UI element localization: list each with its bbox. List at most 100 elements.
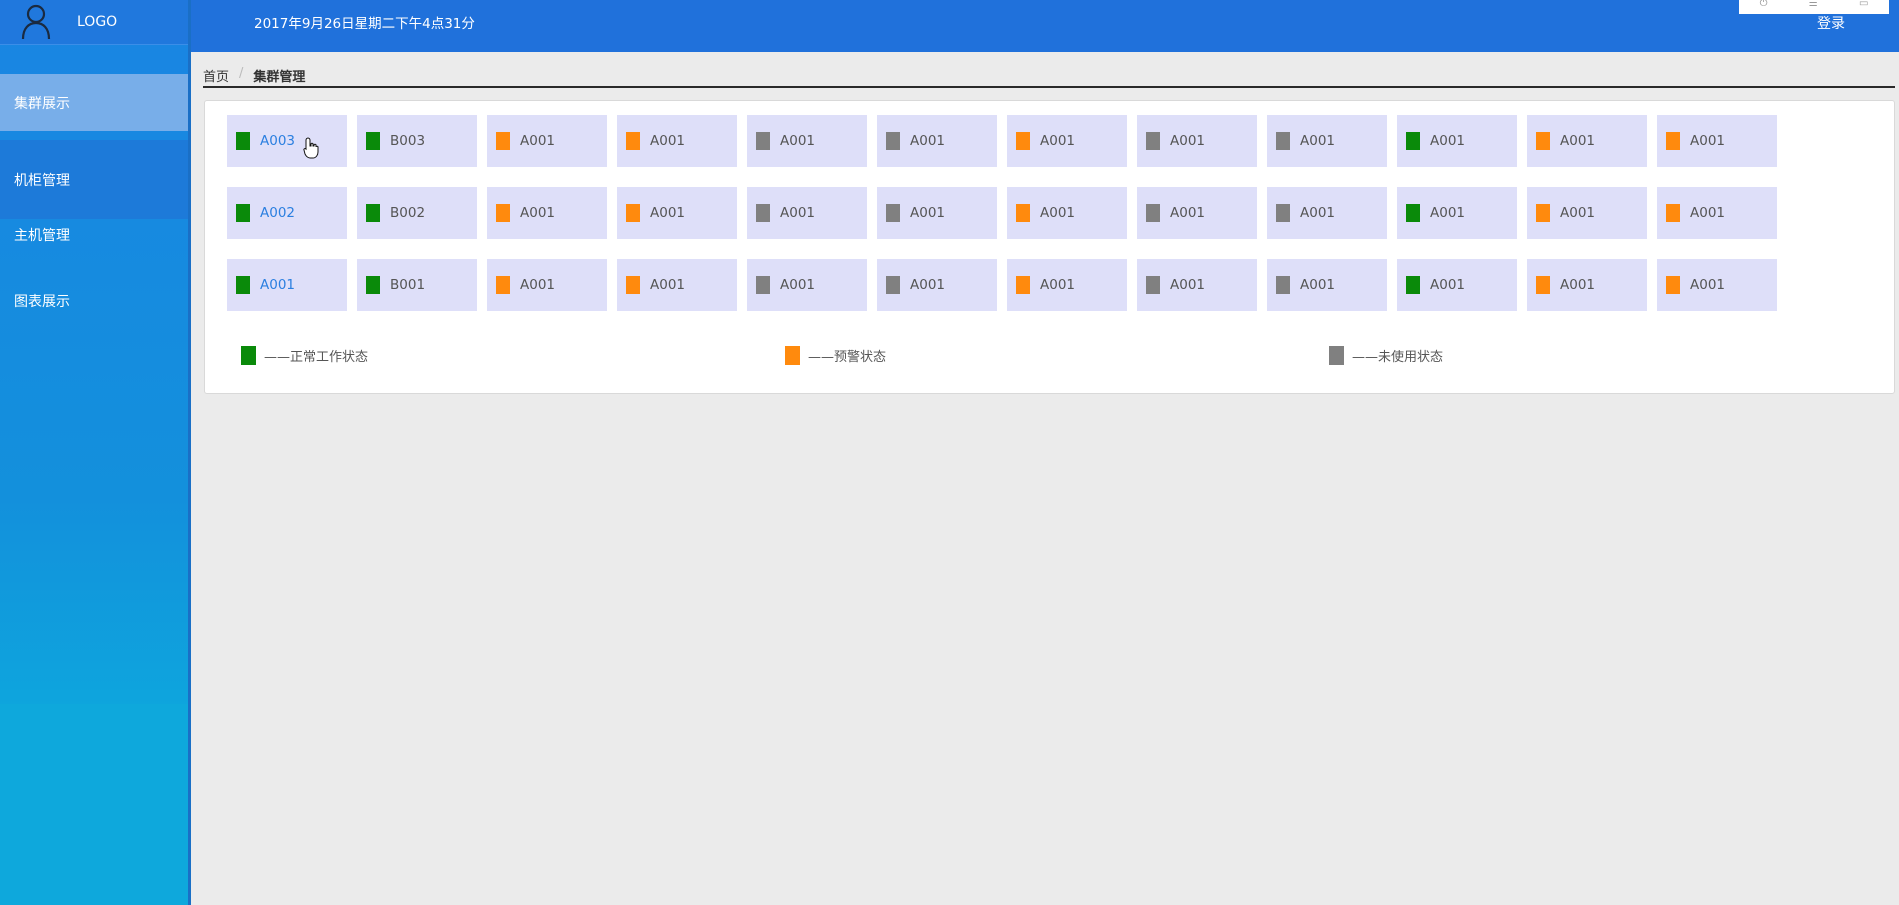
node-cell[interactable]: A001	[1007, 259, 1127, 311]
node-label: A001	[1560, 205, 1596, 221]
node-cell[interactable]: B001	[357, 259, 477, 311]
node-label: A001	[910, 277, 946, 293]
node-label: A001	[1560, 277, 1596, 293]
status-indicator	[366, 276, 380, 294]
node-cell[interactable]: A001	[1527, 259, 1647, 311]
breadcrumb: 首页 / 集群管理	[203, 66, 1895, 88]
node-label: A001	[1430, 133, 1466, 149]
node-cell[interactable]: A001	[1657, 115, 1777, 167]
node-cell[interactable]: A001	[1267, 259, 1387, 311]
status-indicator	[756, 204, 770, 222]
node-label: A001	[1170, 277, 1206, 293]
legend-warning-label: ——预警状态	[808, 350, 887, 365]
sidebar-item-host-management[interactable]: 主机管理	[0, 206, 188, 263]
node-cell[interactable]: A001	[1397, 259, 1517, 311]
user-avatar-icon[interactable]	[20, 4, 52, 40]
node-label: A001	[1690, 205, 1726, 221]
node-cell[interactable]: A001	[1007, 115, 1127, 167]
node-cell[interactable]: A003	[227, 115, 347, 167]
node-cell[interactable]: B002	[357, 187, 477, 239]
status-indicator	[1406, 132, 1420, 150]
status-indicator	[236, 276, 250, 294]
server-icon[interactable]: ☰	[1809, 0, 1818, 9]
power-icon[interactable]: ⏻	[1760, 0, 1768, 9]
login-button[interactable]: 登录	[1817, 13, 1845, 33]
node-cell[interactable]: A001	[227, 259, 347, 311]
node-label: A001	[780, 133, 816, 149]
status-indicator	[1666, 276, 1680, 294]
status-indicator	[1536, 204, 1550, 222]
node-label: A002	[260, 205, 296, 221]
sidebar-item-label: 主机管理	[14, 227, 70, 244]
sidebar-item-chart-display[interactable]: 图表展示	[0, 272, 188, 329]
node-cell[interactable]: A001	[1527, 115, 1647, 167]
status-indicator	[1016, 204, 1030, 222]
node-cell[interactable]: A001	[1267, 115, 1387, 167]
status-indicator	[1016, 276, 1030, 294]
node-cell[interactable]: A001	[747, 115, 867, 167]
status-indicator	[1666, 132, 1680, 150]
logo-text: LOGO	[77, 14, 118, 30]
node-label: A001	[1170, 205, 1206, 221]
legend-warning-swatch	[785, 346, 800, 365]
status-indicator	[756, 276, 770, 294]
message-icon[interactable]: ▭	[1859, 0, 1868, 9]
node-cell[interactable]: A001	[1657, 259, 1777, 311]
node-label: B001	[390, 277, 426, 293]
status-indicator	[236, 132, 250, 150]
status-indicator	[756, 132, 770, 150]
node-cell[interactable]: A001	[1137, 187, 1257, 239]
node-label: A001	[1300, 205, 1336, 221]
node-label: A001	[260, 277, 296, 293]
status-indicator	[1406, 276, 1420, 294]
status-indicator	[1536, 132, 1550, 150]
node-label: A001	[1300, 133, 1336, 149]
top-header: 2017年9月26日星期二下午4点31分 ⏻ ☰ ▭ 登录	[191, 0, 1899, 52]
legend-normal: ——正常工作状态	[241, 346, 368, 365]
node-cell[interactable]: A001	[487, 259, 607, 311]
node-row: A001 B001 A001 A001 A001 A001 A001 A001 A001 A001…	[227, 259, 1787, 311]
node-label: A001	[780, 277, 816, 293]
toolbox: ⏻ ☰ ▭	[1739, 0, 1889, 14]
node-cell[interactable]: A001	[1137, 259, 1257, 311]
node-cell[interactable]: A001	[1397, 187, 1517, 239]
status-indicator	[1406, 204, 1420, 222]
node-cell[interactable]: A001	[1397, 115, 1517, 167]
node-cell[interactable]: A001	[617, 187, 737, 239]
node-cell[interactable]: A001	[1007, 187, 1127, 239]
node-cell[interactable]: A001	[877, 187, 997, 239]
legend-unused-swatch	[1329, 346, 1344, 365]
brand-bar: LOGO	[0, 0, 188, 45]
node-cell[interactable]: A001	[877, 259, 997, 311]
node-cell[interactable]: A001	[617, 115, 737, 167]
node-cell[interactable]: A001	[1527, 187, 1647, 239]
legend-unused-label: ——未使用状态	[1352, 350, 1444, 365]
node-label: A001	[1430, 277, 1466, 293]
node-label: A001	[520, 133, 556, 149]
node-cell[interactable]: A001	[1267, 187, 1387, 239]
status-indicator	[1276, 204, 1290, 222]
sidebar-item-cluster-display[interactable]: 集群展示	[0, 74, 188, 131]
status-indicator	[886, 276, 900, 294]
breadcrumb-separator: /	[239, 66, 244, 81]
node-cell[interactable]: A001	[487, 187, 607, 239]
node-label: A001	[910, 205, 946, 221]
status-indicator	[1146, 276, 1160, 294]
node-cell[interactable]: A001	[1657, 187, 1777, 239]
node-cell[interactable]: A001	[747, 187, 867, 239]
node-cell[interactable]: B003	[357, 115, 477, 167]
node-label: B002	[390, 205, 426, 221]
legend-warning: ——预警状态	[785, 346, 886, 365]
node-cell[interactable]: A001	[617, 259, 737, 311]
sidebar-lower-area	[0, 704, 188, 905]
node-cell[interactable]: A001	[747, 259, 867, 311]
breadcrumb-home[interactable]: 首页	[203, 66, 229, 85]
datetime-display: 2017年9月26日星期二下午4点31分	[254, 16, 475, 32]
node-cell[interactable]: A001	[487, 115, 607, 167]
node-label: A001	[520, 205, 556, 221]
status-indicator	[366, 204, 380, 222]
node-row: A003 B003 A001 A001 A001 A001 A001 A001 A001 A001…	[227, 115, 1787, 167]
node-cell[interactable]: A001	[877, 115, 997, 167]
node-cell[interactable]: A002	[227, 187, 347, 239]
node-cell[interactable]: A001	[1137, 115, 1257, 167]
